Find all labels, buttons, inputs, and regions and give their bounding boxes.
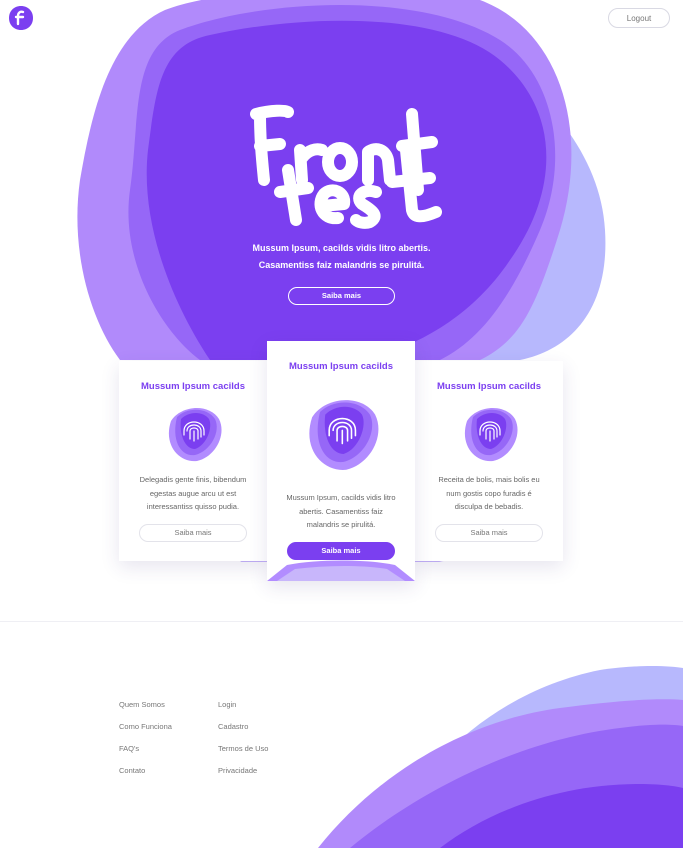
hero-tagline-line2: Casamentiss faiz malandris se pirulitá. bbox=[258, 260, 425, 270]
section-divider bbox=[0, 621, 683, 622]
footer-background-blobs bbox=[318, 666, 683, 848]
footer-link-termos-de-uso[interactable]: Termos de Uso bbox=[218, 743, 268, 765]
card-desc-line: interessantiss quisso pudia. bbox=[146, 502, 240, 511]
logo-icon bbox=[9, 6, 33, 30]
card-description: Receita de bolis, mais bolis eu num gost… bbox=[425, 473, 553, 514]
fingerprint-icon bbox=[309, 400, 379, 470]
footer-link-faqs[interactable]: FAQ's bbox=[119, 743, 172, 765]
card-saiba-mais-button[interactable]: Saiba mais bbox=[435, 524, 543, 542]
card-desc-line: Mussum Ipsum, cacilds vidis litro bbox=[286, 493, 396, 502]
logout-button[interactable]: Logout bbox=[608, 8, 670, 28]
card-bottom-wave bbox=[267, 560, 415, 581]
card-desc-line: egestas augue arcu ut est bbox=[149, 488, 237, 498]
card-title: Mussum Ipsum cacilds bbox=[288, 361, 393, 372]
footer-column-1: Quem Somos Como Funciona FAQ's Contato bbox=[119, 699, 172, 787]
footer-link-como-funciona[interactable]: Como Funciona bbox=[119, 721, 172, 743]
card-title: Mussum Ipsum cacilds bbox=[436, 381, 541, 392]
hero-tagline: Mussum Ipsum, cacilds vidis litro aberti… bbox=[200, 240, 483, 274]
card-desc-line: abertis. Casamentiss faiz bbox=[299, 506, 383, 516]
feature-card-3: Mussum Ipsum cacilds Receita de bolis, m… bbox=[415, 361, 563, 561]
card-desc-line: malandris se pirulitá. bbox=[306, 520, 376, 529]
card-description: Mussum Ipsum, cacilds vidis litro aberti… bbox=[277, 491, 405, 532]
card-desc-line: Receita de bolis, mais bolis eu bbox=[438, 475, 540, 484]
fingerprint-icon bbox=[464, 407, 518, 462]
footer-link-login[interactable]: Login bbox=[218, 699, 268, 721]
card-desc-line: num gostis copo furadis é bbox=[446, 488, 532, 498]
card-description: Delegadis gente finis, bibendum egestas … bbox=[129, 473, 257, 514]
card-desc-line: disculpa de bebadis. bbox=[454, 502, 524, 511]
logo[interactable] bbox=[8, 5, 34, 31]
hero-saiba-mais-button[interactable]: Saiba mais bbox=[288, 287, 395, 305]
footer-link-cadastro[interactable]: Cadastro bbox=[218, 721, 268, 743]
front-test-wordmark bbox=[250, 104, 442, 229]
card-desc-line: Delegadis gente finis, bibendum bbox=[139, 475, 247, 484]
fingerprint-icon bbox=[168, 407, 222, 462]
hero-tagline-line1: Mussum Ipsum, cacilds vidis litro aberti… bbox=[252, 243, 431, 253]
card-saiba-mais-button[interactable]: Saiba mais bbox=[139, 524, 247, 542]
card-saiba-mais-button[interactable]: Saiba mais bbox=[287, 542, 395, 560]
footer-link-contato[interactable]: Contato bbox=[119, 765, 172, 787]
feature-card-2: Mussum Ipsum cacilds Mussum Ipsum, cacil… bbox=[267, 341, 415, 581]
feature-card-1: Mussum Ipsum cacilds Delegadis gente fin… bbox=[119, 361, 267, 561]
footer-link-quem-somos[interactable]: Quem Somos bbox=[119, 699, 172, 721]
footer-column-2: Login Cadastro Termos de Uso Privacidade bbox=[218, 699, 268, 787]
footer-link-privacidade[interactable]: Privacidade bbox=[218, 765, 268, 787]
card-title: Mussum Ipsum cacilds bbox=[140, 381, 245, 392]
